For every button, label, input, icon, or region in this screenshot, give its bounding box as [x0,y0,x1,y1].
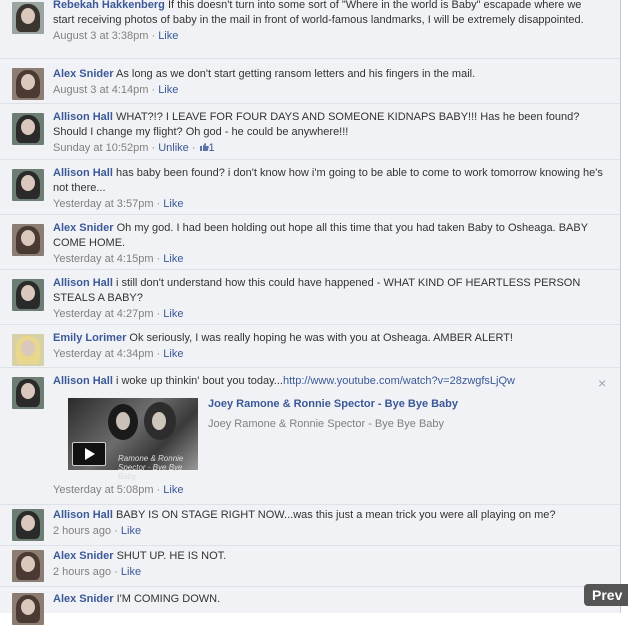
comment-time[interactable]: Sunday at 10:52pm [53,142,148,154]
comment-text: Oh my god. I had been holding out hope a… [53,222,588,249]
comment-text: i still don't understand how this could … [53,277,581,304]
comment-meta: Yesterday at 3:57pm · Like [53,198,184,210]
comment-meta: Yesterday at 5:08pm · Like [53,484,184,496]
comment-meta: Sunday at 10:52pm · Unlike · 1 [53,142,215,154]
comment-author[interactable]: Alex Snider [53,222,114,234]
comment-meta: August 3 at 4:14pm · Like [53,84,179,96]
play-icon[interactable] [72,442,106,466]
avatar[interactable] [12,593,44,625]
comment-time[interactable]: Yesterday at 4:15pm [53,253,154,265]
avatar[interactable] [12,550,44,582]
comment-item: Alex Snider SHUT UP. HE IS NOT. 2 hours … [0,546,620,587]
like-button[interactable]: Like [121,566,141,578]
comment-author[interactable]: Allison Hall [53,111,113,123]
comment-meta: Yesterday at 4:15pm · Like [53,253,184,265]
thumbnail-caption: Ramone & Ronnie Spector · Bye Bye Baby [118,454,184,481]
comment-meta: 2 hours ago · Like [53,525,142,537]
unlike-button[interactable]: Unlike [158,142,189,154]
avatar[interactable] [12,377,44,409]
comment-author[interactable]: Alex Snider [53,550,114,562]
comment-text: SHUT UP. HE IS NOT. [116,550,227,562]
avatar[interactable] [12,169,44,201]
youtube-link[interactable]: http://www.youtube.com/watch?v=28zwgfsLj… [283,375,515,387]
comment-text: BABY IS ON STAGE RIGHT NOW...was this ju… [115,509,556,521]
comment-item: Allison Hall i still don't understand ho… [0,270,620,325]
comment-author[interactable]: Allison Hall [53,167,113,179]
like-button[interactable]: Like [163,198,183,210]
comment-author[interactable]: Emily Lorimer [53,332,126,344]
avatar[interactable] [12,68,44,100]
comment-item: Emily Lorimer Ok seriously, I was really… [0,325,620,368]
comment-item: Allison Hall BABY IS ON STAGE RIGHT NOW.… [0,505,620,546]
comment-text: WHAT?!? I LEAVE FOR FOUR DAYS AND SOMEON… [53,111,580,138]
comment-time[interactable]: August 3 at 3:38pm [53,30,148,42]
comment-item: Alex Snider I'M COMING DOWN. [0,587,620,625]
avatar[interactable] [12,224,44,256]
like-button[interactable]: Like [158,30,178,42]
attachment-subtitle: Joey Ramone & Ronnie Spector - Bye Bye B… [208,418,445,430]
like-button[interactable]: Like [158,84,178,96]
comment-author[interactable]: Allison Hall [53,509,113,521]
like-button[interactable]: Like [163,308,183,320]
comment-time[interactable]: Yesterday at 3:57pm [53,198,154,210]
like-button[interactable]: Like [121,525,141,537]
comment-time[interactable]: 2 hours ago [53,566,111,578]
avatar[interactable] [12,509,44,541]
comment-meta: Yesterday at 4:34pm · Like [53,348,184,360]
avatar[interactable] [12,279,44,311]
comment-thread: Rebekah Hakkenberg If this doesn't turn … [0,0,620,625]
comment-meta: Yesterday at 4:27pm · Like [53,308,184,320]
comment-item: Allison Hall WHAT?!? I LEAVE FOR FOUR DA… [0,104,620,160]
comment-text: I'M COMING DOWN. [116,593,221,605]
comment-time[interactable]: Yesterday at 5:08pm [53,484,154,496]
like-button[interactable]: Like [163,484,183,496]
comment-item: Alex Snider Oh my god. I had been holdin… [0,215,620,270]
thread-border [620,0,621,613]
previous-button[interactable]: Prev [584,584,628,606]
comment-meta: 2 hours ago · Like [53,566,142,578]
comment-author[interactable]: Allison Hall [53,375,113,387]
comment-time[interactable]: Yesterday at 4:27pm [53,308,154,320]
comment-author[interactable]: Allison Hall [53,277,113,289]
comment-time[interactable]: August 3 at 4:14pm [53,84,148,96]
comment-author[interactable]: Alex Snider [53,68,114,80]
close-icon[interactable]: × [598,376,606,390]
comment-item: Rebekah Hakkenberg If this doesn't turn … [0,0,620,59]
like-button[interactable]: Like [163,253,183,265]
comment-text: has baby been found? i don't know how i'… [53,167,603,194]
attachment-title[interactable]: Joey Ramone & Ronnie Spector - Bye Bye B… [208,398,458,410]
comment-meta: August 3 at 3:38pm · Like [53,30,179,42]
video-thumbnail[interactable]: Ramone & Ronnie Spector · Bye Bye Baby [68,398,198,481]
comment-author[interactable]: Alex Snider [53,593,114,605]
thumbs-up-icon [199,143,209,151]
like-button[interactable]: Like [163,348,183,360]
avatar[interactable] [12,334,44,366]
comment-text: i woke up thinkin' bout you today... [115,375,283,387]
avatar[interactable] [12,113,44,145]
comment-item: Alex Snider As long as we don't start ge… [0,59,620,104]
comment-text: As long as we don't start getting ransom… [115,68,476,80]
comment-time[interactable]: Yesterday at 4:34pm [53,348,154,360]
comment-item: Allison Hall has baby been found? i don'… [0,160,620,215]
like-count[interactable]: 1 [199,142,215,154]
comment-author[interactable]: Rebekah Hakkenberg [53,0,165,11]
comment-time[interactable]: 2 hours ago [53,525,111,537]
comment-text: Ok seriously, I was really hoping he was… [129,332,513,344]
avatar[interactable] [12,2,44,34]
